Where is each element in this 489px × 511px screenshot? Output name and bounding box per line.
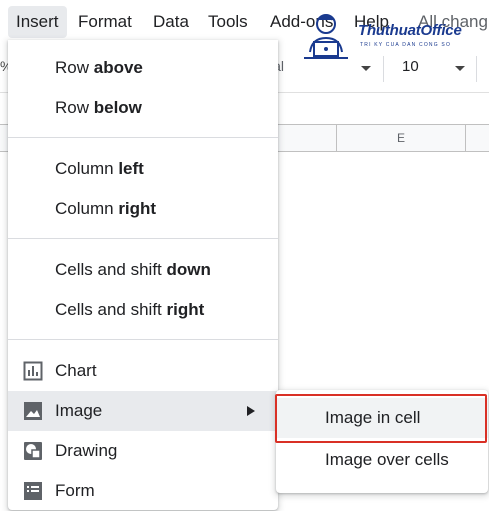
menu-item-label: Column <box>55 199 119 218</box>
menu-format[interactable]: Format <box>70 6 140 38</box>
menu-item-label: Row <box>55 98 94 117</box>
menu-item-label: Image <box>55 401 103 420</box>
menu-item-image[interactable]: Image <box>8 391 278 431</box>
column-header-e[interactable]: E <box>336 125 466 151</box>
menu-item-label: Column <box>55 159 119 178</box>
menu-item-label: Form <box>55 481 95 500</box>
menu-item-label: Cells and shift <box>55 260 167 279</box>
menu-item-label-bold: above <box>93 58 143 77</box>
brand-tagline: TRI KY CUA DAN CONG SO <box>360 42 452 48</box>
menu-item-cells-shift-right[interactable]: Cells and shift right <box>8 290 278 330</box>
submenu-item-image-over-cells[interactable]: Image over cells <box>276 440 488 480</box>
menu-divider <box>8 339 278 340</box>
menu-data[interactable]: Data <box>145 6 197 38</box>
image-icon <box>24 402 42 420</box>
menu-item-column-right[interactable]: Column right <box>8 189 278 229</box>
menu-insert[interactable]: Insert <box>8 6 67 38</box>
menu-tools[interactable]: Tools <box>200 6 256 38</box>
brand-name: ThuthuatOffice <box>358 22 462 39</box>
menu-item-label: Drawing <box>55 441 118 460</box>
insert-menu: Row above Row below Column left Column r… <box>8 40 278 510</box>
menu-item-label-bold: right <box>118 199 157 218</box>
menu-item-label-bold: down <box>166 260 211 279</box>
menu-divider <box>8 137 278 138</box>
menu-item-label: Chart <box>55 361 97 380</box>
menu-item-label: Cells and shift <box>55 300 167 319</box>
menu-item-label: Row <box>55 58 94 77</box>
drawing-icon <box>24 442 42 460</box>
highlight-annotation-box <box>275 394 487 443</box>
brand-logo: ThuthuatOffice TRI KY CUA DAN CONG SO <box>296 8 486 68</box>
menu-item-label-bold: right <box>166 300 205 319</box>
menu-divider <box>8 238 278 239</box>
form-icon <box>24 482 42 500</box>
menu-item-row-above[interactable]: Row above <box>8 48 278 88</box>
submenu-arrow-icon <box>247 406 255 416</box>
menu-item-label-bold: below <box>93 98 142 117</box>
menu-item-chart[interactable]: Chart <box>8 351 278 391</box>
menu-item-column-left[interactable]: Column left <box>8 149 278 189</box>
menu-item-form[interactable]: Form <box>8 471 278 511</box>
person-laptop-icon <box>304 14 348 59</box>
menu-item-row-below[interactable]: Row below <box>8 88 278 128</box>
chart-icon <box>23 361 43 381</box>
menu-item-label-bold: left <box>118 159 144 178</box>
menu-item-drawing[interactable]: Drawing <box>8 431 278 471</box>
menu-item-cells-shift-down[interactable]: Cells and shift down <box>8 250 278 290</box>
